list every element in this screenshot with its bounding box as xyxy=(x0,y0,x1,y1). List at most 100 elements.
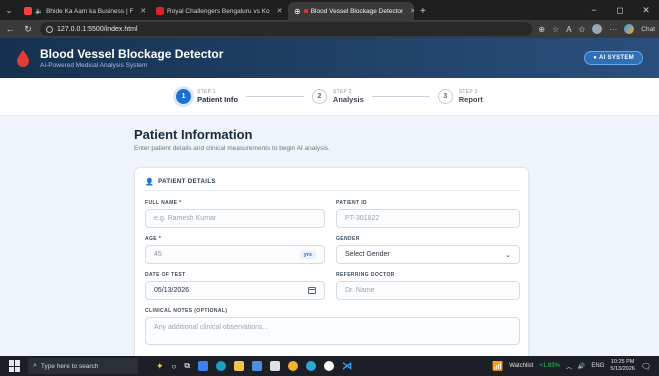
tab-title: Bhide Ka Aam ka Business | F xyxy=(46,7,134,15)
full-name-input[interactable]: e.g. Ramesh Kumar xyxy=(145,209,325,228)
full-name-label: FULL NAME * xyxy=(145,200,182,206)
card-divider xyxy=(145,190,520,191)
age-unit-badge: yrs xyxy=(299,250,316,259)
stock-chart-icon: 📶 xyxy=(491,360,504,371)
youtube-favicon-icon xyxy=(24,7,32,15)
site-info-icon[interactable] xyxy=(46,25,53,33)
step-label: Report xyxy=(458,95,483,104)
back-icon[interactable]: ← xyxy=(4,24,16,34)
step-connector xyxy=(245,96,304,97)
file-explorer-icon[interactable] xyxy=(234,361,245,371)
clock-date: 5/13/2026 xyxy=(610,366,635,372)
favorites-icon[interactable]: ✩ xyxy=(579,25,586,34)
notes-app-icon[interactable] xyxy=(270,361,281,371)
step-number: 1 xyxy=(176,89,192,104)
audio-icon[interactable]: 🔈 xyxy=(35,7,43,15)
reading-icon[interactable]: A xyxy=(566,25,571,34)
app-subtitle: AI-Powered Medical Analysis System xyxy=(40,61,148,69)
close-tab-icon[interactable]: ✕ xyxy=(140,7,146,15)
browser-tab-1[interactable]: 🔈 Bhide Ka Aam ka Business | F ✕ xyxy=(18,2,150,20)
refresh-icon[interactable]: ↻ xyxy=(22,24,34,35)
app-title: Blood Vessel Blockage Detector xyxy=(40,46,224,61)
step-report[interactable]: 3 STEP 3 Report xyxy=(437,89,483,104)
step-number: 2 xyxy=(311,89,327,104)
patient-person-icon: 👤 xyxy=(145,179,155,186)
media-player-icon[interactable] xyxy=(324,361,335,371)
step-connector xyxy=(371,96,430,97)
referring-doctor-label: REFERRING DOCTOR xyxy=(336,272,395,278)
globe-icon: ⊕ xyxy=(294,6,301,16)
taskbar-search[interactable]: ⌕ Type here to search xyxy=(28,358,138,374)
clinical-notes-label: CLINICAL NOTES (OPTIONAL) xyxy=(145,308,228,314)
calendar-icon[interactable] xyxy=(308,287,316,294)
chat-label[interactable]: Chat xyxy=(641,26,655,33)
maximize-button[interactable]: ◻ xyxy=(607,5,633,16)
task-view-icon[interactable]: ⧉ xyxy=(184,361,190,371)
edge-browser-icon[interactable] xyxy=(216,361,227,371)
patient-details-card: 👤 PATIENT DETAILS FULL NAME * e.g. Rames… xyxy=(134,167,529,356)
copilot-icon[interactable] xyxy=(624,24,635,34)
windows-start-icon[interactable] xyxy=(9,360,23,372)
gender-label: GENDER xyxy=(336,236,360,242)
minimize-button[interactable]: − xyxy=(581,5,607,15)
blood-drop-icon xyxy=(17,50,29,67)
age-group: AGE * 45 yrs xyxy=(145,236,325,264)
step-number: 3 xyxy=(437,89,453,104)
date-of-test-label: DATE OF TEST xyxy=(145,272,186,278)
favorite-star-icon[interactable]: ☆ xyxy=(552,25,559,34)
tray-expand-icon[interactable]: ︿ xyxy=(566,362,572,371)
gender-selected-value: Select Gender xyxy=(345,251,390,258)
date-of-test-input[interactable]: 05/13/2026 xyxy=(145,281,325,300)
close-window-button[interactable]: ✕ xyxy=(633,5,659,16)
ai-system-badge: ● AI SYSTEM xyxy=(584,51,643,65)
age-value: 45 xyxy=(154,251,162,258)
watchlist-label[interactable]: Watchlist xyxy=(509,363,533,369)
clinical-notes-textarea[interactable]: Any additional clinical observations... xyxy=(145,317,520,345)
notifications-icon[interactable]: 🗨 xyxy=(641,362,651,371)
date-of-test-value: 05/13/2026 xyxy=(154,287,190,294)
chrome-icon[interactable] xyxy=(288,361,299,371)
browser-tab-2[interactable]: Royal Challengers Bengaluru vs Ko ✕ xyxy=(150,2,288,20)
patient-id-input[interactable]: PT-301822 xyxy=(336,209,520,228)
step-patient-info[interactable]: 1 STEP 1 Patient Info xyxy=(176,89,238,104)
gender-group: GENDER Select Gender ⌄ xyxy=(336,236,520,264)
age-input[interactable]: 45 yrs xyxy=(145,245,325,264)
taskbar-search-placeholder: Type here to search xyxy=(40,362,99,370)
tab-actions-icon[interactable]: ⌄ xyxy=(0,0,18,20)
step-analysis[interactable]: 2 STEP 2 Analysis xyxy=(311,89,364,104)
date-of-test-group: DATE OF TEST 05/13/2026 xyxy=(145,272,325,300)
volume-icon[interactable]: 🔊 xyxy=(578,363,585,370)
age-label: AGE * xyxy=(145,236,162,242)
new-tab-button[interactable]: + xyxy=(414,2,432,20)
weather-app-icon[interactable] xyxy=(198,361,209,371)
language-indicator[interactable]: ENG xyxy=(591,363,604,369)
store-icon[interactable] xyxy=(252,361,263,371)
page-title: Patient Information xyxy=(134,127,253,142)
window-controls: − ◻ ✕ xyxy=(581,0,659,20)
red-dot-favicon-icon xyxy=(303,9,308,13)
translate-icon[interactable]: ⊕ xyxy=(538,25,545,34)
full-name-group: FULL NAME * e.g. Ramesh Kumar xyxy=(145,200,325,228)
clinical-notes-group: CLINICAL NOTES (OPTIONAL) Any additional… xyxy=(145,308,520,345)
profile-avatar-icon[interactable] xyxy=(592,24,603,34)
vscode-icon[interactable]: ⋊ xyxy=(342,361,352,372)
referring-doctor-input[interactable]: Dr. Name xyxy=(336,281,520,300)
windows-taskbar: ⌕ Type here to search ✦ ○ ⧉ ⋊ 📶 Watchlis… xyxy=(0,356,659,376)
edge-active-icon[interactable] xyxy=(306,361,317,371)
patient-id-group: PATIENT ID PT-301822 xyxy=(336,200,520,228)
main-content: Patient Information Enter patient detail… xyxy=(0,116,659,356)
referring-doctor-group: REFERRING DOCTOR Dr. Name xyxy=(336,272,520,300)
clock[interactable]: 10:25 PM 5/13/2026 xyxy=(610,359,634,373)
app-header: Blood Vessel Blockage Detector AI-Powere… xyxy=(0,38,659,78)
card-heading-text: PATIENT DETAILS xyxy=(158,179,216,185)
chevron-down-icon: ⌄ xyxy=(505,251,511,259)
cortana-icon[interactable]: ○ xyxy=(172,362,177,371)
tab-title: Royal Challengers Bengaluru vs Ko xyxy=(167,7,270,15)
browser-tab-active[interactable]: ⊕ Blood Vessel Blockage Detector ✕ xyxy=(288,2,414,20)
gender-select[interactable]: Select Gender ⌄ xyxy=(336,245,520,264)
sparkle-icon[interactable]: ✦ xyxy=(156,361,164,372)
url-field[interactable]: 127.0.0.1:5500/index.html xyxy=(40,22,533,36)
taskbar-apps: ✦ ○ ⧉ ⋊ xyxy=(156,361,352,372)
more-menu-icon[interactable]: ··· xyxy=(609,25,617,34)
close-tab-icon[interactable]: ✕ xyxy=(277,7,283,15)
